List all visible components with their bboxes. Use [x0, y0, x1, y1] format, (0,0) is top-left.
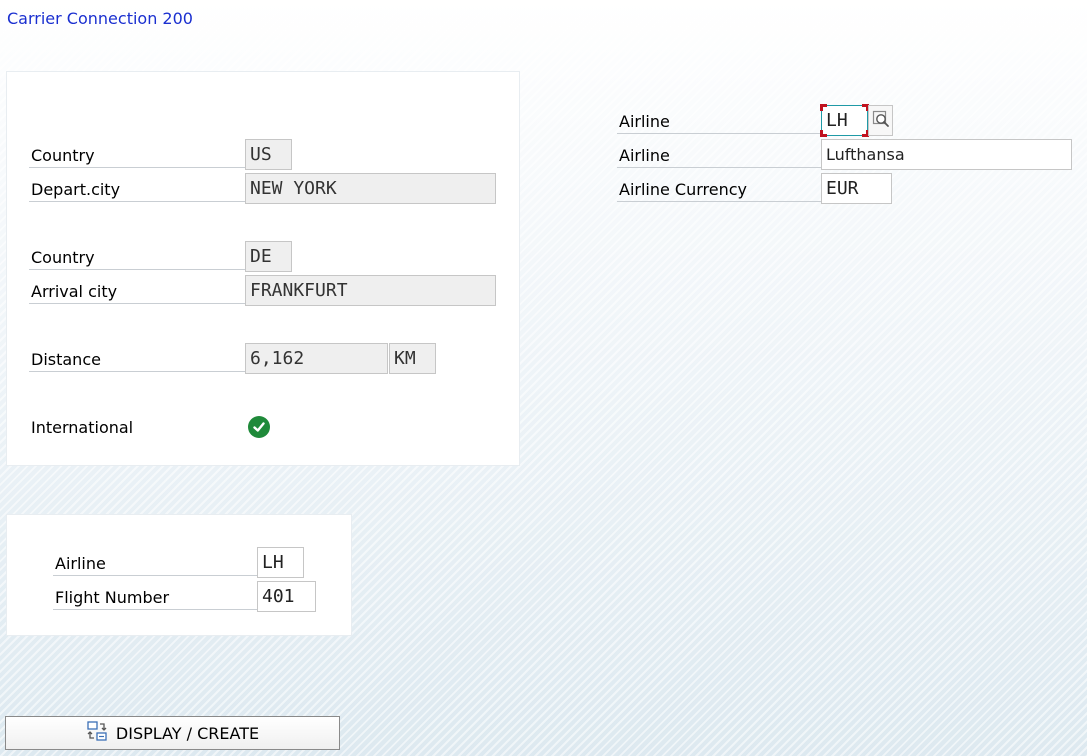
display-create-label: DISPLAY / CREATE [115, 723, 260, 743]
airline-value-help-button[interactable] [868, 105, 893, 136]
display-create-button[interactable]: DISPLAY / CREATE [5, 716, 340, 750]
airline-currency-field: EUR [821, 173, 892, 204]
departure-country-label: Country [29, 145, 245, 168]
departure-city-field: NEW YORK [245, 173, 496, 204]
check-circle-icon [248, 416, 270, 438]
flight-number-input[interactable]: 401 [257, 581, 316, 612]
airline-name-field: Lufthansa [821, 139, 1072, 170]
departure-city-label: Depart.city [29, 179, 245, 202]
distance-label: Distance [29, 349, 245, 372]
airline-currency-label: Airline Currency [617, 179, 821, 202]
arrival-country-field: DE [245, 241, 292, 272]
airline-code-label: Airline [617, 111, 821, 134]
search-help-icon [872, 110, 890, 132]
airline-code-input[interactable]: LH [820, 104, 869, 137]
arrival-country-label: Country [29, 247, 245, 270]
flight-airline-label: Airline [53, 553, 257, 576]
distance-unit-field: KM [389, 343, 436, 374]
flight-number-label: Flight Number [53, 587, 257, 610]
arrival-city-field: FRANKFURT [245, 275, 496, 306]
toggle-display-change-icon [86, 720, 108, 746]
international-label: International [31, 418, 134, 437]
airline-name-label: Airline [617, 145, 821, 168]
screen-title: Carrier Connection 200 [7, 9, 193, 28]
arrival-city-label: Arrival city [29, 281, 245, 304]
airline-code-value: LH [826, 110, 848, 131]
distance-field: 6,162 [245, 343, 388, 374]
departure-country-field: US [245, 139, 292, 170]
flight-airline-input[interactable]: LH [257, 547, 304, 578]
